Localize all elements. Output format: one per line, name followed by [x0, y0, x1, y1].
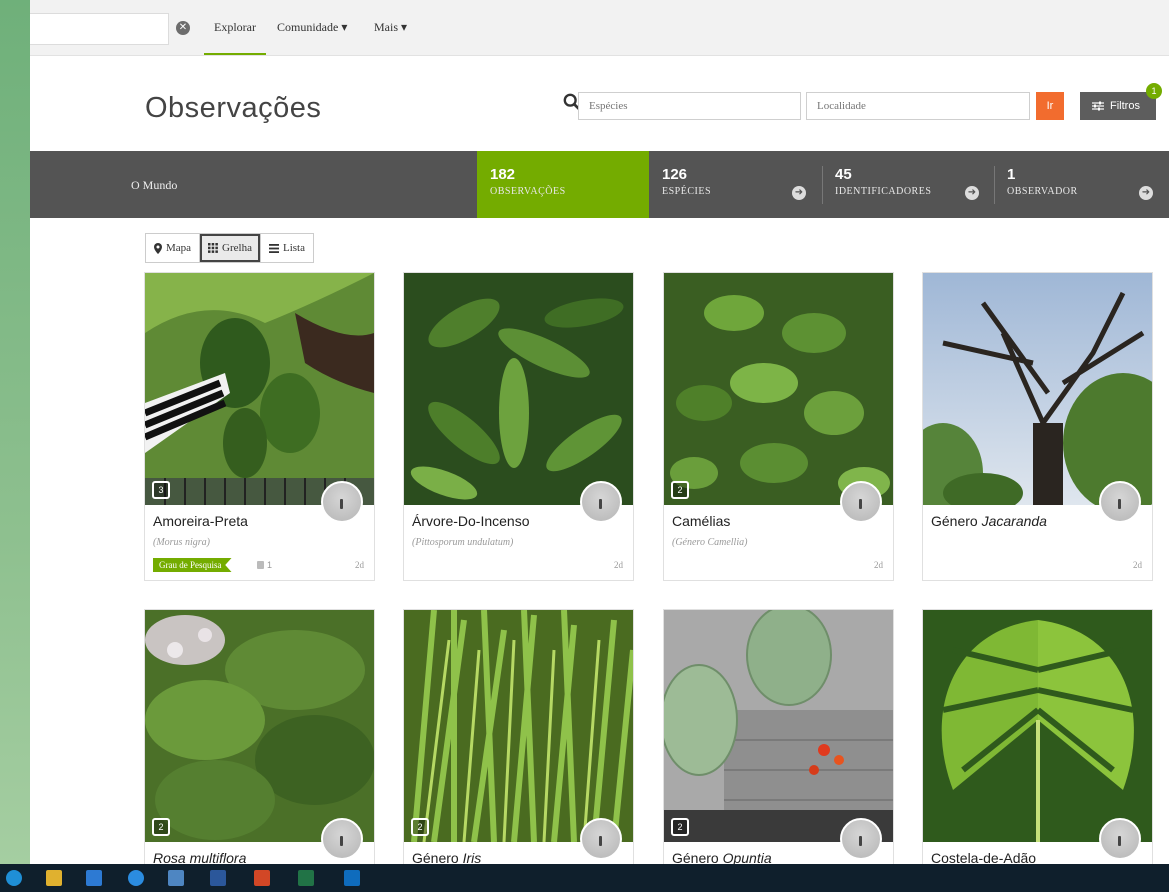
- sliders-icon: [1092, 101, 1104, 111]
- view-map-button[interactable]: Mapa: [146, 234, 201, 262]
- observation-card[interactable]: 3 Amoreira-Preta (Morus nigra) Grau de P…: [144, 272, 375, 581]
- observation-card[interactable]: 2 Género Iris: [403, 609, 634, 864]
- clear-search-icon[interactable]: ✕: [176, 21, 190, 35]
- view-grid-button[interactable]: Grelha: [200, 234, 261, 262]
- page-title: Observações: [145, 92, 322, 124]
- card-common-name[interactable]: Costela-de-Adão: [931, 850, 1036, 864]
- card-age: 2d: [1133, 560, 1142, 570]
- observation-photo[interactable]: [923, 273, 1152, 505]
- card-common-name[interactable]: Camélias: [672, 513, 730, 529]
- view-list-label: Lista: [282, 242, 305, 254]
- arrow-right-icon[interactable]: ➜: [792, 186, 806, 200]
- stat-species-count: 126: [662, 166, 688, 183]
- nav-mais[interactable]: Mais ▾: [374, 20, 407, 35]
- user-avatar[interactable]: [321, 481, 363, 523]
- map-pin-icon: [154, 242, 162, 254]
- excel-icon[interactable]: [298, 870, 314, 886]
- top-nav: ✕ Explorar Comunidade ▾ Mais ▾: [30, 0, 1169, 56]
- view-list-button[interactable]: Lista: [261, 234, 313, 262]
- card-common-name[interactable]: Árvore-Do-Incenso: [412, 513, 530, 529]
- photo-count-icon: 2: [671, 481, 689, 499]
- card-common-name[interactable]: Género Iris: [412, 850, 481, 864]
- user-avatar[interactable]: [321, 818, 363, 860]
- observation-card[interactable]: 2 Rosa multiflora: [144, 609, 375, 864]
- user-avatar[interactable]: [840, 818, 882, 860]
- observation-photo[interactable]: [664, 273, 893, 505]
- card-age: 2d: [874, 560, 883, 570]
- observation-photo[interactable]: [664, 610, 893, 842]
- observation-photo[interactable]: [404, 273, 633, 505]
- quality-grade-badge: Grau de Pesquisa: [153, 558, 232, 572]
- top-search-input[interactable]: [30, 13, 169, 45]
- outlook-icon[interactable]: [344, 870, 360, 886]
- photo-count-icon: 2: [152, 818, 170, 836]
- card-scientific-name: (Morus nigra): [153, 537, 210, 548]
- card-age: 2d: [614, 560, 623, 570]
- filters-label: Filtros: [1110, 100, 1140, 112]
- card-common-name[interactable]: Género Opuntia: [672, 850, 772, 864]
- observation-card[interactable]: Género Jacaranda 2d: [922, 272, 1153, 581]
- user-avatar[interactable]: [1099, 481, 1141, 523]
- comment-count: 1: [257, 560, 272, 570]
- list-icon: [268, 243, 279, 253]
- photo-count-icon: 3: [152, 481, 170, 499]
- view-grid-label: Grelha: [222, 242, 252, 254]
- place-name: O Mundo: [131, 178, 178, 192]
- user-avatar[interactable]: [580, 818, 622, 860]
- file-explorer-icon[interactable]: [46, 870, 62, 886]
- card-common-name[interactable]: Rosa multiflora: [153, 850, 246, 864]
- stat-observers[interactable]: 1 OBSERVADOR ➜: [994, 151, 1169, 218]
- observation-card[interactable]: Árvore-Do-Incenso (Pittosporum undulatum…: [403, 272, 634, 581]
- user-avatar[interactable]: [580, 481, 622, 523]
- observation-card[interactable]: 2 Camélias (Género Camellia) 2d: [663, 272, 894, 581]
- filters-button[interactable]: Filtros: [1080, 92, 1156, 120]
- stat-identifiers[interactable]: 45 IDENTIFICADORES ➜: [822, 151, 994, 218]
- observation-card[interactable]: 2 Género Opuntia: [663, 609, 894, 864]
- photo-count-icon: 2: [411, 818, 429, 836]
- stats-bar: O Mundo 182 OBSERVAÇÕES 126 ESPÉCIES ➜ 4…: [30, 151, 1169, 218]
- nav-explorar[interactable]: Explorar: [204, 20, 266, 55]
- comment-icon: [257, 561, 264, 569]
- arrow-right-icon[interactable]: ➜: [965, 186, 979, 200]
- filters-count-badge: 1: [1146, 83, 1162, 99]
- location-input[interactable]: [806, 92, 1030, 120]
- card-age: 2d: [355, 560, 364, 570]
- observation-photo[interactable]: [145, 273, 374, 505]
- card-common-name[interactable]: Amoreira-Preta: [153, 513, 248, 529]
- photo-count-icon: 2: [671, 818, 689, 836]
- taskbar: [0, 864, 1169, 892]
- card-common-name[interactable]: Género Jacaranda: [931, 513, 1047, 529]
- user-avatar[interactable]: [840, 481, 882, 523]
- stat-observations[interactable]: 182 OBSERVAÇÕES: [477, 151, 649, 218]
- observation-photo[interactable]: [404, 610, 633, 842]
- view-toggle: Mapa Grelha Lista: [145, 233, 314, 263]
- observation-photo[interactable]: [923, 610, 1152, 842]
- edge-icon[interactable]: [6, 870, 22, 886]
- app-window: ✕ Explorar Comunidade ▾ Mais ▾ Observaçõ…: [30, 0, 1169, 864]
- species-input[interactable]: [578, 92, 801, 120]
- stat-observers-count: 1: [1007, 166, 1016, 183]
- go-button[interactable]: Ir: [1036, 92, 1064, 120]
- internet-explorer-icon[interactable]: [128, 870, 144, 886]
- word-icon[interactable]: [210, 870, 226, 886]
- stat-observations-label: OBSERVAÇÕES: [490, 186, 566, 197]
- stat-observations-count: 182: [490, 166, 516, 183]
- observation-card[interactable]: Costela-de-Adão: [922, 609, 1153, 864]
- powerpoint-icon[interactable]: [254, 870, 270, 886]
- store-icon[interactable]: [86, 870, 102, 886]
- calculator-icon[interactable]: [168, 870, 184, 886]
- observation-photo[interactable]: [145, 610, 374, 842]
- card-scientific-name: (Pittosporum undulatum): [412, 537, 514, 548]
- view-map-label: Mapa: [166, 242, 192, 254]
- grid-icon: [208, 243, 218, 253]
- arrow-right-icon[interactable]: ➜: [1139, 186, 1153, 200]
- nav-comunidade[interactable]: Comunidade ▾: [277, 20, 347, 35]
- card-scientific-name: (Género Camellia): [672, 537, 748, 548]
- user-avatar[interactable]: [1099, 818, 1141, 860]
- stat-species[interactable]: 126 ESPÉCIES ➜: [649, 151, 821, 218]
- stat-identifiers-count: 45: [835, 166, 852, 183]
